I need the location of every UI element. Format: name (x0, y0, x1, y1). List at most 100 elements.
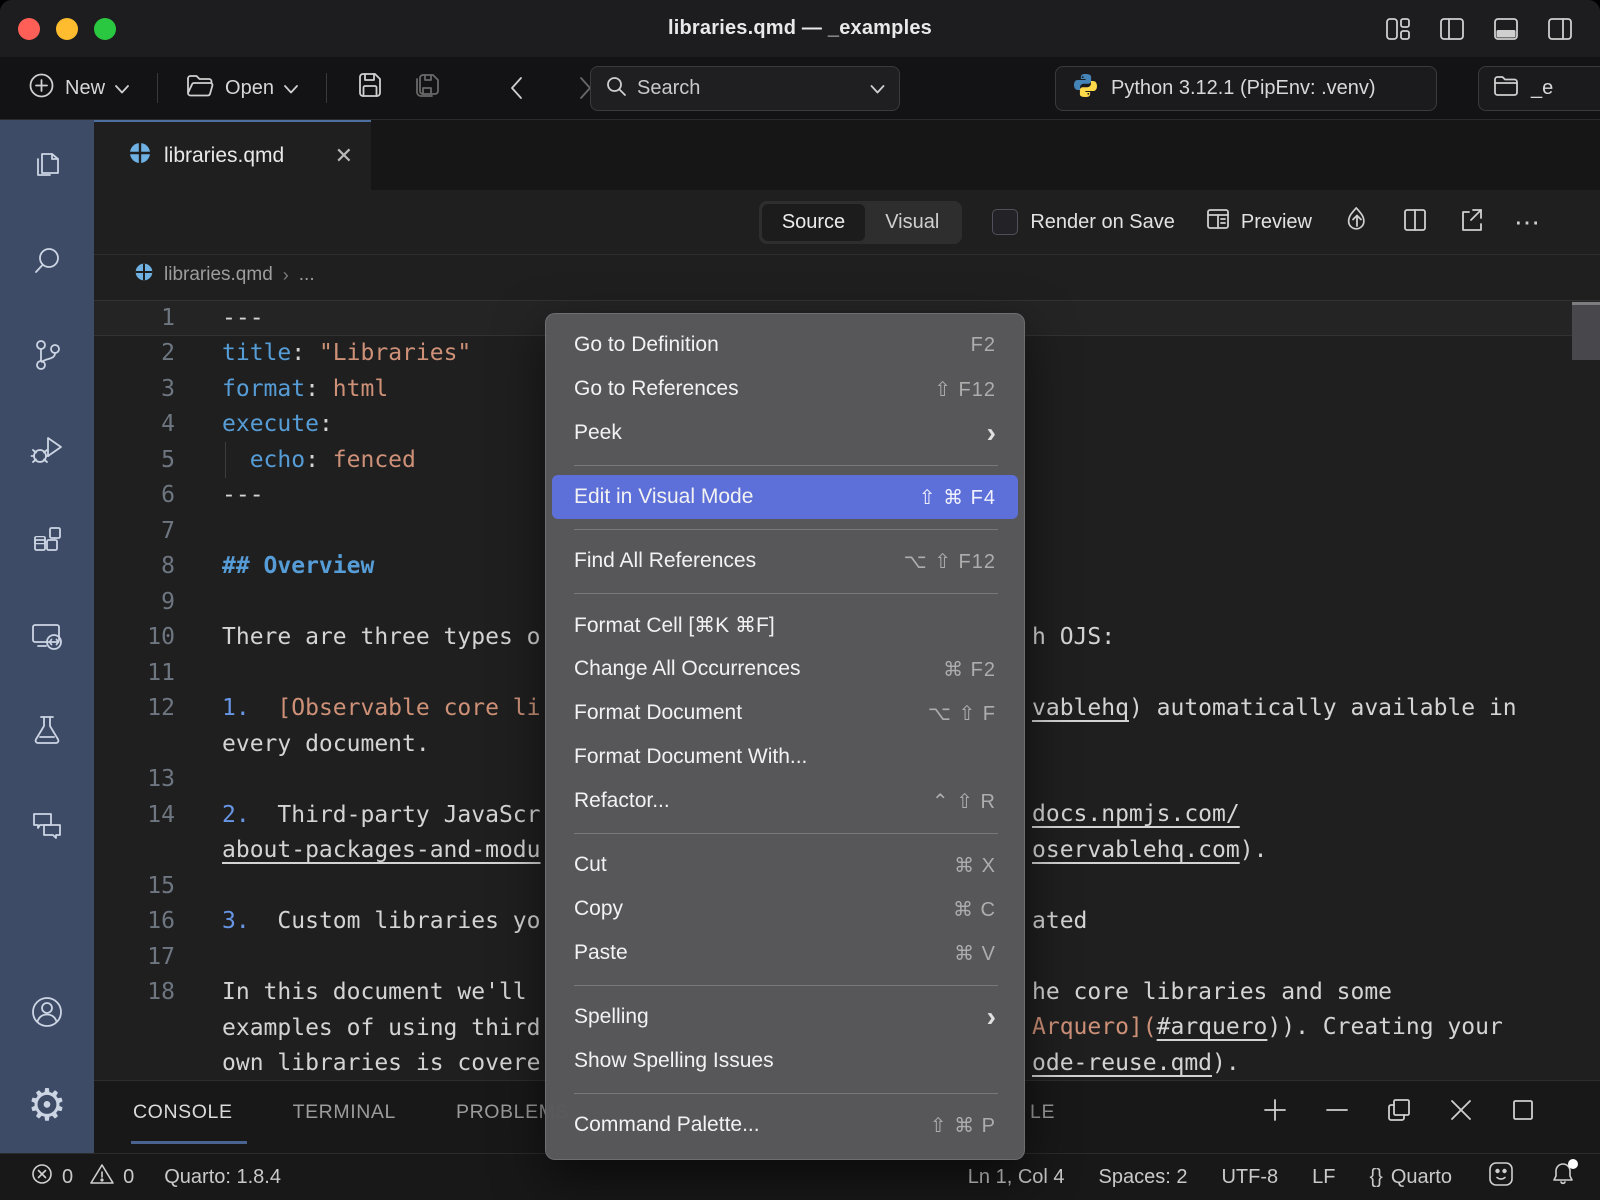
explorer-icon[interactable] (0, 120, 94, 214)
project-label: _e (1531, 77, 1553, 100)
language-mode-status[interactable]: {} Quarto (1369, 1166, 1452, 1189)
breadcrumb-more[interactable]: ... (299, 264, 315, 286)
folder-open-icon (186, 73, 215, 104)
settings-gear-icon[interactable]: ⚙ (0, 1059, 94, 1153)
menu-item-peek[interactable]: Peek› (552, 411, 1018, 455)
split-editor-icon[interactable] (1402, 207, 1428, 238)
panel-close-icon[interactable] (1448, 1097, 1474, 1128)
notifications-bell-icon[interactable] (1550, 1161, 1576, 1193)
panel-tab-fragment[interactable]: LE (1030, 1101, 1055, 1124)
menu-item-format-document[interactable]: Format Document⌥ ⇧ F (552, 691, 1018, 735)
editor-scrollbar[interactable] (1572, 302, 1600, 360)
panel-restore-icon[interactable] (1386, 1097, 1412, 1128)
render-icon[interactable] (1342, 205, 1372, 240)
menu-separator (574, 1093, 998, 1094)
editor-action-bar: Source Visual Render on Save Preview ⋯ (94, 190, 1600, 255)
more-actions-icon[interactable]: ⋯ (1514, 207, 1542, 238)
quarto-file-icon (134, 262, 154, 288)
menu-item-refactor[interactable]: Refactor...⌃ ⇧ R (552, 779, 1018, 823)
problems-status[interactable]: 0 0 (30, 1162, 134, 1192)
save-icon (355, 70, 385, 106)
new-button-label: New (65, 77, 105, 100)
extensions-icon[interactable] (0, 496, 94, 590)
panel-minimize-icon[interactable] (1324, 1097, 1350, 1128)
menu-item-edit-in-visual-mode[interactable]: Edit in Visual Mode⇧ ⌘ F4 (552, 475, 1018, 519)
panel-plus-icon[interactable] (1262, 1097, 1288, 1128)
submenu-arrow-icon: › (987, 1003, 996, 1031)
preview-icon (1205, 206, 1231, 238)
source-control-icon[interactable] (0, 308, 94, 402)
search-sidebar-icon[interactable] (0, 214, 94, 308)
preview-button[interactable]: Preview (1205, 206, 1312, 238)
menu-item-copy[interactable]: Copy⌘ C (552, 887, 1018, 931)
menu-item-format-document-with[interactable]: Format Document With... (552, 735, 1018, 779)
submenu-arrow-icon: › (987, 419, 996, 447)
title-bar: libraries.qmd — _examples (0, 0, 1600, 57)
breadcrumb[interactable]: libraries.qmd › ... (94, 255, 1600, 295)
feedback-icon[interactable] (1486, 1161, 1516, 1193)
close-tab-icon[interactable]: ✕ (335, 143, 353, 169)
panel-tab-console[interactable]: CONSOLE (133, 1101, 233, 1124)
menu-item-cut[interactable]: Cut⌘ X (552, 843, 1018, 887)
menu-item-paste[interactable]: Paste⌘ V (552, 931, 1018, 975)
menu-separator (574, 833, 998, 834)
menu-separator (574, 593, 998, 594)
top-action-bar: New Open Search Python 3.1 (0, 57, 1600, 120)
cursor-position-status[interactable]: Ln 1, Col 4 (968, 1166, 1065, 1189)
eol-status[interactable]: LF (1312, 1166, 1335, 1189)
breadcrumb-chevron-icon: › (283, 265, 289, 286)
chat-icon[interactable] (0, 778, 94, 872)
source-mode-button[interactable]: Source (762, 204, 865, 241)
menu-item-go-to-definition[interactable]: Go to DefinitionF2 (552, 323, 1018, 367)
panel-maximize-icon[interactable] (1510, 1097, 1536, 1128)
toggle-panel-icon[interactable] (1492, 15, 1520, 43)
menu-item-go-to-references[interactable]: Go to References⇧ F12 (552, 367, 1018, 411)
render-on-save-checkbox[interactable] (992, 209, 1018, 235)
quarto-version-status[interactable]: Quarto: 1.8.4 (164, 1166, 281, 1189)
menu-item-format-cell[interactable]: Format Cell [⌘K ⌘F] (552, 603, 1018, 647)
indentation-status[interactable]: Spaces: 2 (1099, 1166, 1188, 1189)
warning-icon (89, 1162, 115, 1192)
source-visual-toggle: Source Visual (759, 201, 963, 244)
breadcrumb-file[interactable]: libraries.qmd (164, 264, 273, 286)
encoding-status[interactable]: UTF-8 (1221, 1166, 1278, 1189)
menu-separator (574, 529, 998, 530)
braces-icon: {} (1369, 1166, 1382, 1189)
remote-explorer-icon[interactable] (0, 590, 94, 684)
toggle-secondary-sidebar-icon[interactable] (1546, 15, 1574, 43)
new-button[interactable]: New (22, 66, 135, 111)
open-in-new-window-icon[interactable] (1458, 207, 1484, 238)
toolbar-divider (157, 73, 158, 103)
customize-layout-icon[interactable] (1384, 15, 1412, 43)
save-button[interactable] (349, 64, 391, 112)
open-button-label: Open (225, 77, 274, 100)
run-debug-icon[interactable] (0, 402, 94, 496)
search-input[interactable]: Search (590, 66, 900, 111)
open-button[interactable]: Open (180, 67, 304, 110)
search-placeholder: Search (637, 77, 700, 100)
interpreter-label: Python 3.12.1 (PipEnv: .venv) (1111, 77, 1376, 100)
project-selector[interactable]: _e (1478, 66, 1600, 111)
menu-item-spelling[interactable]: Spelling› (552, 995, 1018, 1039)
chevron-down-icon[interactable] (870, 77, 885, 100)
toggle-primary-sidebar-icon[interactable] (1438, 15, 1466, 43)
quarto-file-icon (128, 141, 152, 171)
save-all-icon (411, 70, 443, 106)
status-bar: 0 0 Quarto: 1.8.4 Ln 1, Col 4 Spaces: 2 … (0, 1153, 1600, 1200)
panel-tab-terminal[interactable]: TERMINAL (293, 1101, 396, 1124)
menu-item-find-all-references[interactable]: Find All References⌥ ⇧ F12 (552, 539, 1018, 583)
interpreter-selector[interactable]: Python 3.12.1 (PipEnv: .venv) (1055, 66, 1437, 111)
menu-item-show-spelling-issues[interactable]: Show Spelling Issues (552, 1039, 1018, 1083)
menu-item-change-all-occurrences[interactable]: Change All Occurrences⌘ F2 (552, 647, 1018, 691)
menu-item-command-palette[interactable]: Command Palette...⇧ ⌘ P (552, 1103, 1018, 1147)
chevron-down-icon (115, 77, 129, 100)
save-all-button[interactable] (405, 64, 449, 112)
testing-icon[interactable] (0, 684, 94, 778)
tab-libraries-qmd[interactable]: libraries.qmd ✕ (94, 120, 371, 190)
back-button[interactable] (503, 70, 530, 106)
toolbar-divider (326, 73, 327, 103)
account-icon[interactable] (0, 965, 94, 1059)
python-logo-icon (1072, 72, 1099, 105)
search-icon (605, 75, 627, 103)
visual-mode-button[interactable]: Visual (865, 204, 959, 241)
